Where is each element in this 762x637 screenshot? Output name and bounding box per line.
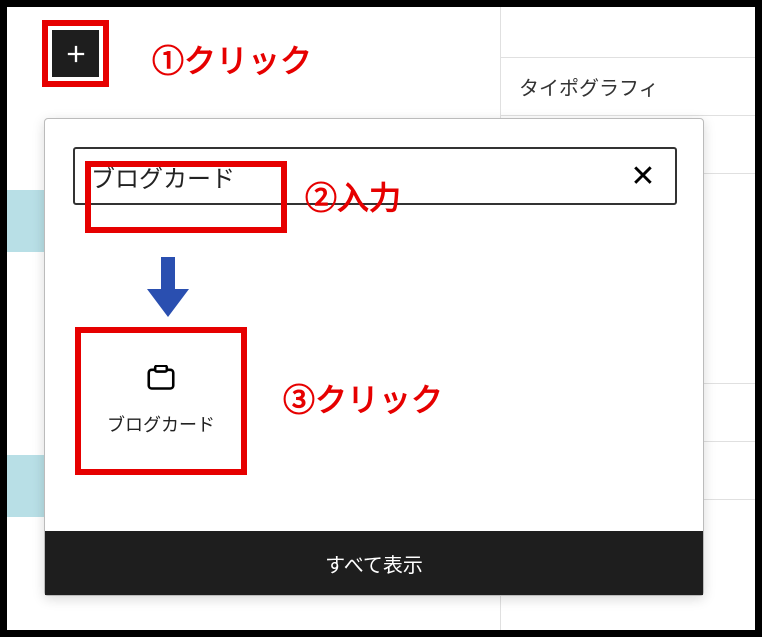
annotation-step1: ①クリック (152, 36, 312, 82)
sidebar-item-typography[interactable]: タイポグラフィ (501, 57, 755, 116)
annotation-step3: ③クリック (283, 375, 443, 421)
annotation-step2: ②入力 (305, 173, 401, 219)
annotation-arrow-down (147, 257, 189, 317)
show-all-label: すべて表示 (325, 549, 423, 578)
block-result-blogcard[interactable]: ブログカード (89, 341, 233, 461)
close-icon: ✕ (630, 159, 655, 194)
clear-search-button[interactable]: ✕ (627, 160, 659, 192)
blogcard-block-icon (147, 365, 175, 391)
show-all-blocks-button[interactable]: すべて表示 (45, 531, 703, 595)
block-inserter-popup: ✕ ②入力 ブログカード ③クリック すべて表示 (44, 118, 704, 596)
plus-icon (62, 40, 90, 68)
block-result-label: ブログカード (107, 411, 215, 437)
add-block-button[interactable] (52, 30, 99, 77)
